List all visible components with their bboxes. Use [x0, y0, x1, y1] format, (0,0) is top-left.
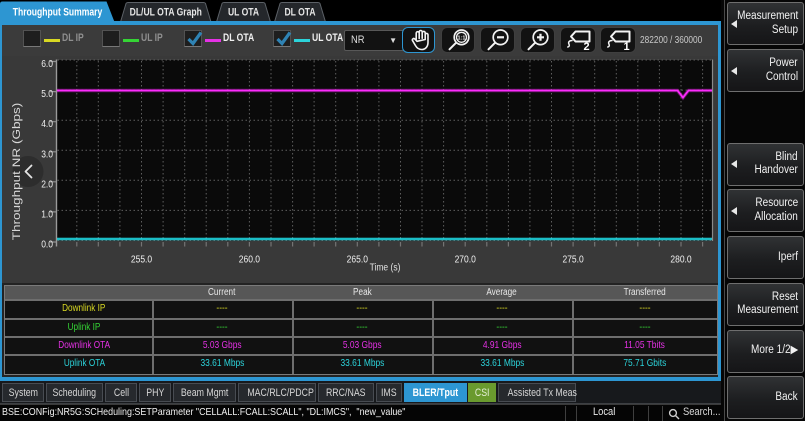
svg-text:1:1: 1:1 [458, 35, 466, 41]
svg-text:Time (s): Time (s) [370, 262, 401, 273]
svg-text:UL OTA: UL OTA [228, 7, 259, 19]
svg-text:4.0: 4.0 [41, 119, 53, 130]
svg-text:DL OTA: DL OTA [284, 7, 315, 19]
svg-text:260.0: 260.0 [239, 254, 260, 265]
svg-text:280.0: 280.0 [670, 254, 691, 265]
svg-text:275.0: 275.0 [562, 254, 583, 265]
svg-text:1: 1 [623, 41, 629, 52]
svg-text:DL/UL OTA Graph: DL/UL OTA Graph [130, 7, 202, 19]
svg-text:2.0: 2.0 [41, 179, 53, 190]
svg-text:5.0: 5.0 [41, 88, 53, 99]
svg-text:3.0: 3.0 [41, 149, 53, 160]
svg-text:0.0: 0.0 [41, 239, 53, 250]
svg-text:270.0: 270.0 [455, 254, 476, 265]
svg-text:1.0: 1.0 [41, 209, 53, 220]
svg-text:Throughput Summary: Throughput Summary [13, 7, 103, 19]
svg-text:265.0: 265.0 [347, 254, 368, 265]
svg-text:2: 2 [583, 41, 589, 52]
svg-text:Throughput NR (Gbps): Throughput NR (Gbps) [10, 103, 22, 241]
svg-text:6.0: 6.0 [41, 58, 53, 69]
svg-text:255.0: 255.0 [131, 254, 152, 265]
